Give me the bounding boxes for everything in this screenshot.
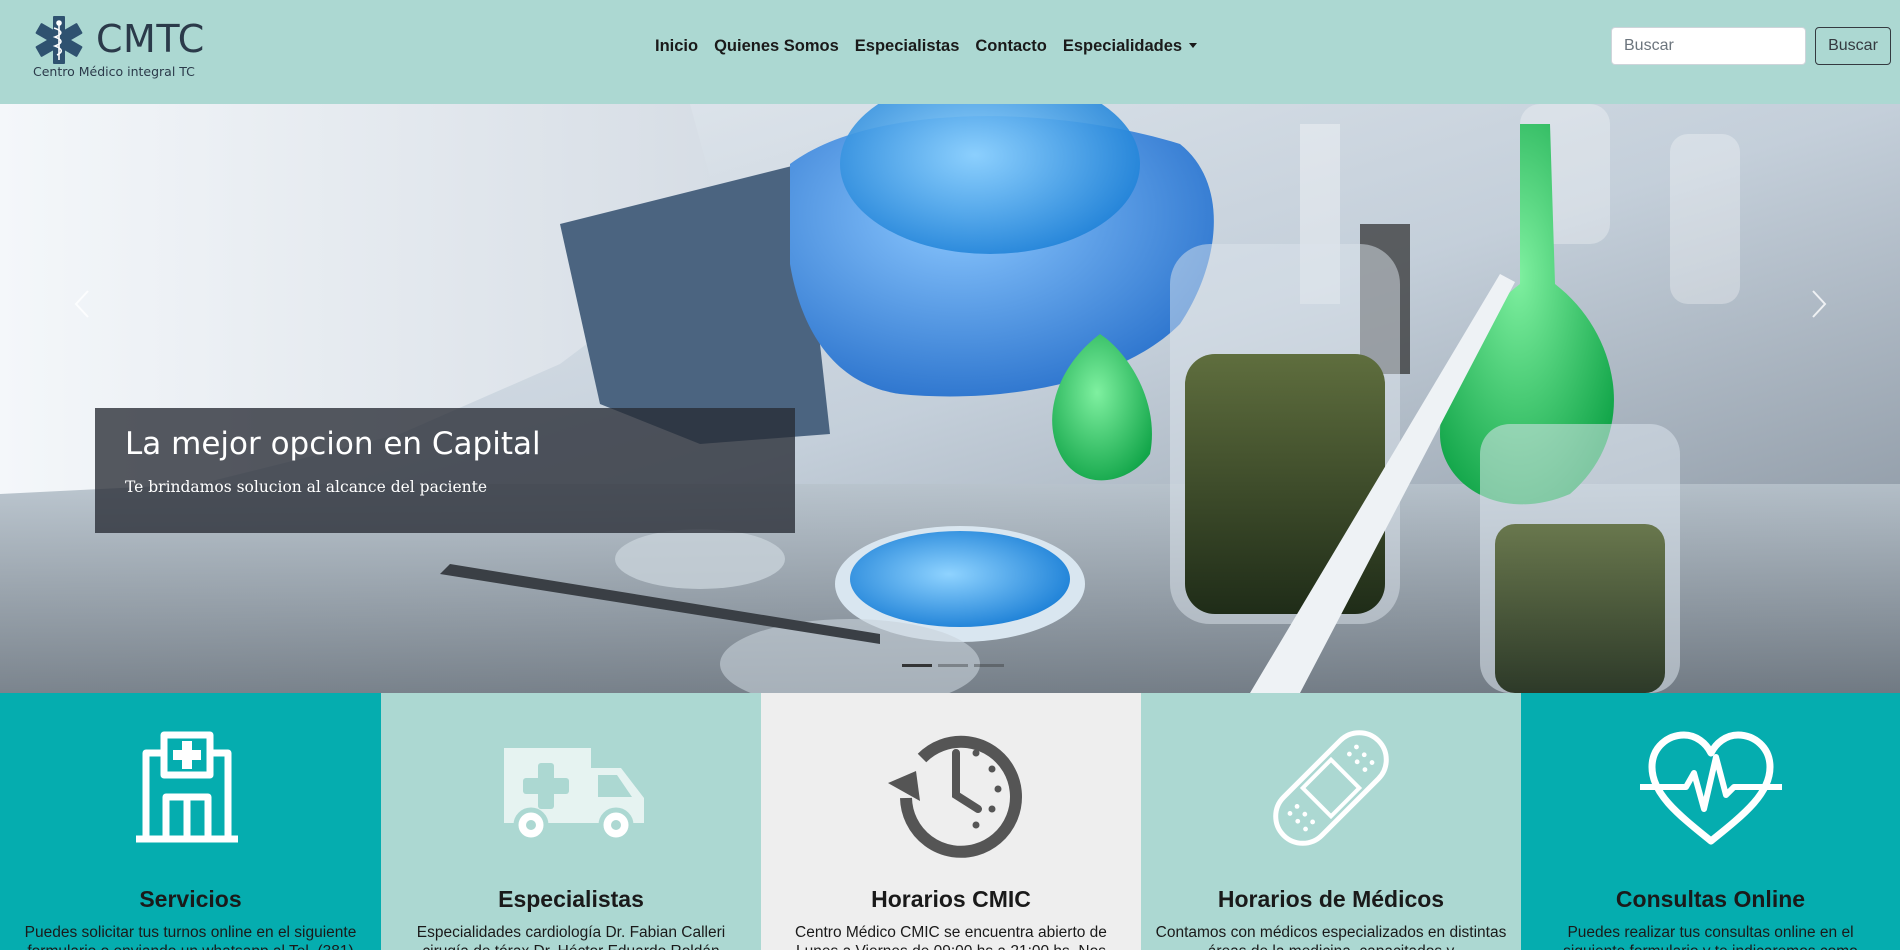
card-title: Especialistas (498, 886, 644, 912)
carousel-indicator[interactable] (938, 664, 968, 667)
ambulance-icon (504, 748, 644, 843)
clock-history-icon (888, 735, 1022, 858)
main-nav: Inicio Quienes Somos Especialistas Conta… (655, 34, 1198, 58)
feature-cards: Servicios Puedes solicitar tus turnos on… (0, 693, 1900, 950)
brand-subtitle: Centro Médico integral TC (33, 64, 195, 79)
nav-link-quienes-somos[interactable]: Quienes Somos (714, 34, 839, 58)
carousel-caption-text: Te brindamos solucion al alcance del pac… (125, 478, 488, 496)
hero-carousel: La mejor opcion en Capital Te brindamos … (0, 104, 1900, 693)
nav-link-label: Inicio (655, 37, 699, 55)
card-especialistas: Especialistas Especialidades cardiología… (381, 693, 761, 950)
caret-down-icon (1189, 43, 1198, 48)
carousel-next-button[interactable] (1793, 279, 1843, 329)
card-text: Especialidades cardiología Dr. Fabian Ca… (416, 924, 726, 950)
card-text: Contamos con médicos especializados en d… (1155, 924, 1507, 950)
carousel-indicators (902, 664, 1004, 667)
card-text: Puedes solicitar tus turnos online en el… (24, 924, 357, 950)
carousel-indicator[interactable] (974, 664, 1004, 667)
nav-dropdown-especialidades[interactable]: Especialidades (1062, 34, 1198, 58)
search-button[interactable]: Buscar (1815, 27, 1891, 65)
nav-link-label: Especialistas (854, 37, 960, 55)
card-text: Puedes realizar tus consultas online en … (1563, 924, 1858, 950)
card-title: Servicios (139, 886, 242, 912)
card-title: Horarios de Médicos (1217, 886, 1445, 912)
card-title: Consultas Online (1615, 886, 1806, 912)
star-of-life-icon (35, 16, 83, 64)
hospital-icon (135, 731, 238, 843)
carousel-caption: La mejor opcion en Capital Te brindamos … (95, 408, 795, 533)
navbar: CMTC Centro Médico integral TC Inicio Qu… (0, 0, 1900, 104)
brand-logo[interactable]: CMTC Centro Médico integral TC (30, 12, 204, 84)
nav-link-inicio[interactable]: Inicio (655, 34, 698, 58)
nav-link-label: Especialidades (1062, 37, 1183, 55)
nav-link-label: Contacto (975, 37, 1047, 55)
card-horarios-medicos: Horarios de Médicos Contamos con médicos… (1141, 693, 1521, 950)
bandage-icon (1273, 730, 1389, 846)
card-horarios-cmic: Horarios CMIC Centro Médico CMIC se encu… (761, 693, 1141, 950)
card-consultas-online: Consultas Online Puedes realizar tus con… (1521, 693, 1900, 950)
carousel-caption-title: La mejor opcion en Capital (125, 426, 541, 462)
search-input[interactable] (1611, 27, 1806, 65)
heartbeat-icon (1639, 731, 1782, 845)
carousel-indicator[interactable] (902, 664, 932, 667)
carousel-prev-button[interactable] (58, 279, 108, 329)
card-servicios: Servicios Puedes solicitar tus turnos on… (0, 693, 381, 950)
card-title: Horarios CMIC (871, 886, 1031, 912)
card-text: Centro Médico CMIC se encuentra abierto … (795, 924, 1107, 950)
hero-lab-image (0, 104, 1900, 693)
nav-link-label: Quienes Somos (714, 37, 839, 55)
brand-name: CMTC (96, 17, 205, 61)
nav-link-especialistas[interactable]: Especialistas (855, 34, 960, 58)
nav-link-contacto[interactable]: Contacto (975, 34, 1047, 58)
